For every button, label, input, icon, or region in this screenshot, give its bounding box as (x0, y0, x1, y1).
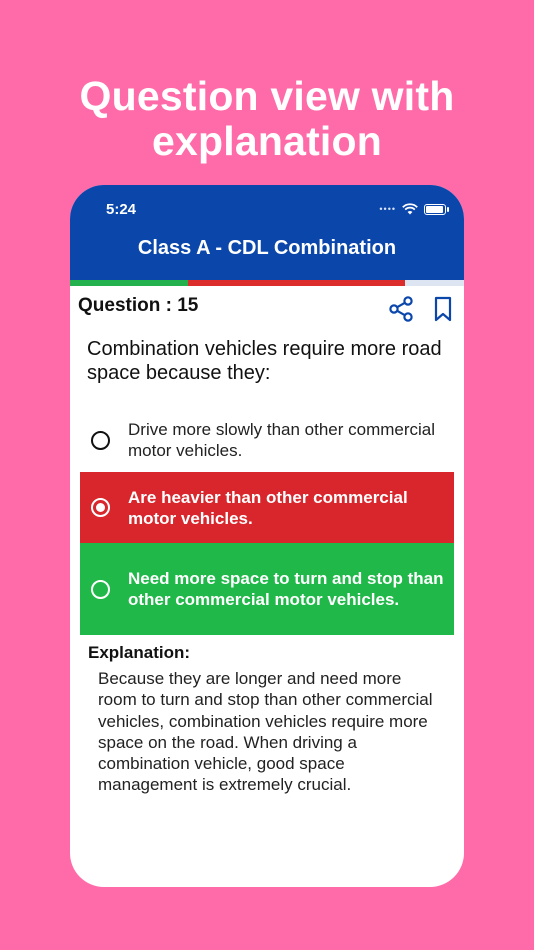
share-icon[interactable] (388, 296, 414, 322)
bookmark-icon[interactable] (432, 296, 454, 322)
radio-selected-icon (91, 498, 110, 517)
answer-option-text: Are heavier than other commercial motor … (128, 487, 408, 528)
answer-option-text: Need more space to turn and stop than ot… (128, 569, 444, 609)
answer-option-1[interactable]: Drive more slowly than other commercial … (80, 412, 454, 468)
radio-icon (91, 579, 110, 599)
signal-icon: •••• (379, 204, 396, 214)
explanation-text: Because they are longer and need more ro… (98, 669, 433, 795)
radio-icon (91, 430, 110, 450)
answer-option-text: Drive more slowly than other commercial … (128, 420, 436, 460)
phone-screen: 5:24 •••• Class A - CDL Combination Ques… (70, 185, 464, 887)
question-number: Question : 15 (78, 295, 199, 316)
answer-option-2[interactable]: Are heavier than other commercial motor … (80, 472, 454, 543)
battery-icon (424, 203, 449, 215)
wifi-icon (402, 203, 418, 215)
promo-headline: Question view with explanation (0, 74, 534, 164)
status-icons: •••• (379, 203, 449, 215)
status-time: 5:24 (106, 201, 137, 218)
promo-headline-line1: Question view with (79, 73, 455, 119)
app-bar: 5:24 •••• Class A - CDL Combination (70, 185, 464, 280)
progress-remaining-segment (405, 280, 464, 286)
explanation-title: Explanation: (88, 643, 191, 662)
progress-correct-segment (70, 280, 188, 286)
progress-wrong-segment (188, 280, 405, 286)
promo-headline-line2: explanation (151, 118, 383, 164)
app-bar-title: Class A - CDL Combination (137, 237, 397, 259)
answer-option-3[interactable]: Need more space to turn and stop than ot… (80, 543, 454, 635)
progress-bar (70, 280, 464, 286)
question-text: Combination vehicles require more road s… (87, 338, 442, 384)
